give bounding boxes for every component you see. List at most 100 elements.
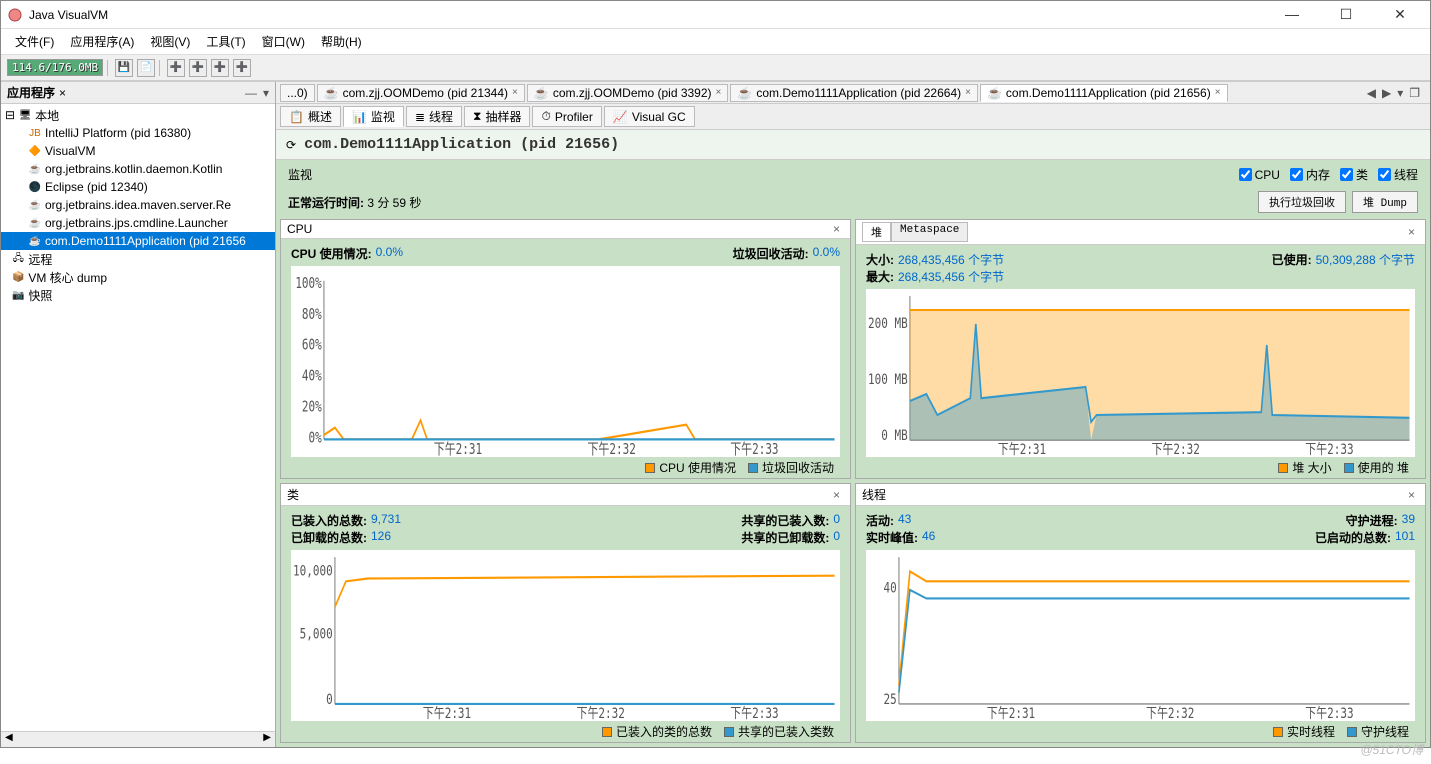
tool-page-icon[interactable]: 📄: [137, 59, 155, 77]
menu-view[interactable]: 视图(V): [144, 31, 196, 52]
check-classes[interactable]: 类: [1340, 166, 1368, 183]
heap-tab-heap[interactable]: 堆: [862, 222, 891, 242]
menubar: 文件(F) 应用程序(A) 视图(V) 工具(T) 窗口(W) 帮助(H): [1, 29, 1430, 55]
java-icon: ☕: [534, 86, 549, 100]
close-button[interactable]: ✕: [1382, 6, 1418, 23]
tree-node-local[interactable]: ⊟🖥本地: [1, 106, 275, 124]
tool-add-dump-icon[interactable]: ➕: [211, 59, 229, 77]
svg-text:下午2:32: 下午2:32: [587, 442, 635, 457]
tree-node-jps[interactable]: ☕org.jetbrains.jps.cmdline.Launcher: [1, 214, 275, 232]
sampler-icon: ⧗: [473, 109, 481, 124]
dump-icon: 📦: [11, 270, 25, 284]
panel-close-icon[interactable]: ×: [1404, 488, 1419, 502]
cpu-chart: 100% 80% 60% 40% 20% 0%: [291, 266, 840, 457]
tree-node-remote[interactable]: 🖧远程: [1, 250, 275, 268]
svg-text:下午2:31: 下午2:31: [423, 705, 471, 721]
check-threads[interactable]: 线程: [1378, 166, 1418, 183]
svg-text:10,000: 10,000: [293, 562, 333, 579]
app-icon: [7, 7, 23, 23]
tree-node-eclipse[interactable]: 🌑Eclipse (pid 12340): [1, 178, 275, 196]
close-icon[interactable]: ×: [716, 87, 722, 98]
tool-save-icon[interactable]: 💾: [115, 59, 133, 77]
tree-node-maven[interactable]: ☕org.jetbrains.idea.maven.server.Re: [1, 196, 275, 214]
tab-next-icon[interactable]: ▶: [1382, 86, 1391, 100]
tree-node-intellij[interactable]: JBIntelliJ Platform (pid 16380): [1, 124, 275, 142]
uptime-label: 正常运行时间:: [288, 196, 364, 210]
svg-text:下午2:32: 下午2:32: [1151, 441, 1199, 457]
editor-tabs: ...0) ☕com.zjj.OOMDemo (pid 21344)× ☕com…: [276, 82, 1430, 104]
check-memory[interactable]: 内存: [1290, 166, 1330, 183]
threads-icon: ≣: [415, 110, 425, 124]
classes-chart: 0 5,000 10,000 下午2:31 下午2:32 下午2:3: [291, 550, 840, 721]
tool-add-remote-icon[interactable]: ➕: [167, 59, 185, 77]
tool-add-snapshot-icon[interactable]: ➕: [233, 59, 251, 77]
menu-applications[interactable]: 应用程序(A): [64, 31, 140, 52]
tab-max-icon[interactable]: ❐: [1409, 86, 1420, 100]
tool-add-jmx-icon[interactable]: ➕: [189, 59, 207, 77]
monitor-icon: 📊: [352, 110, 367, 124]
svg-text:0%: 0%: [309, 430, 322, 447]
close-icon[interactable]: ×: [965, 87, 971, 98]
subtab-profiler[interactable]: ⏱Profiler: [532, 106, 601, 127]
applications-tree[interactable]: ⊟🖥本地 JBIntelliJ Platform (pid 16380) 🔶Vi…: [1, 104, 275, 731]
tab-demo1111-22664[interactable]: ☕com.Demo1111Application (pid 22664)×: [730, 84, 978, 102]
memory-gauge[interactable]: 114.6/176.0MB: [7, 59, 103, 76]
svg-text:下午2:31: 下午2:31: [434, 442, 482, 457]
tab-prev-icon[interactable]: ◀: [1367, 86, 1376, 100]
svg-text:40%: 40%: [302, 368, 322, 385]
subtab-overview[interactable]: 📋概述: [280, 106, 341, 127]
sidebar-minimize-icon[interactable]: —: [245, 86, 257, 100]
check-cpu[interactable]: CPU: [1239, 168, 1280, 182]
menu-window[interactable]: 窗口(W): [256, 31, 311, 52]
java-icon: ☕: [28, 162, 42, 176]
minimize-button[interactable]: —: [1274, 6, 1310, 23]
close-icon[interactable]: ×: [512, 87, 518, 98]
tree-node-vmdump[interactable]: 📦VM 核心 dump: [1, 268, 275, 286]
menu-tools[interactable]: 工具(T): [200, 31, 251, 52]
panel-close-icon[interactable]: ×: [829, 488, 844, 502]
sidebar-dropdown-icon[interactable]: ▾: [263, 86, 269, 100]
panel-close-icon[interactable]: ×: [1404, 225, 1419, 239]
maximize-button[interactable]: ☐: [1328, 6, 1364, 23]
tree-node-visualvm[interactable]: 🔶VisualVM: [1, 142, 275, 160]
close-icon[interactable]: ×: [1215, 87, 1221, 98]
panel-close-icon[interactable]: ×: [829, 222, 844, 236]
toolbar: 114.6/176.0MB 💾 📄 ➕ ➕ ➕ ➕: [1, 55, 1430, 81]
tab-oomdemo-21344[interactable]: ☕com.zjj.OOMDemo (pid 21344)×: [317, 84, 525, 102]
heap-dump-button[interactable]: 堆 Dump: [1352, 191, 1418, 213]
app-header: ⟳ com.Demo1111Application (pid 21656): [276, 130, 1430, 160]
heap-panel: 堆 Metaspace × 大小:268,435,456 个字节 已使用:50,…: [855, 219, 1426, 479]
app-name: com.Demo1111Application (pid 21656): [304, 136, 619, 153]
svg-text:25: 25: [884, 690, 897, 707]
heap-tab-metaspace[interactable]: Metaspace: [891, 222, 968, 242]
snapshot-icon: 📷: [11, 288, 25, 302]
gc-button[interactable]: 执行垃圾回收: [1258, 191, 1346, 213]
sidebar-title: 应用程序: [7, 84, 55, 101]
tab-oomdemo-3392[interactable]: ☕com.zjj.OOMDemo (pid 3392)×: [527, 84, 729, 102]
titlebar: Java VisualVM — ☐ ✕: [1, 1, 1430, 29]
tab-list-icon[interactable]: ▾: [1397, 86, 1403, 100]
tab-truncated[interactable]: ...0): [280, 84, 315, 102]
subtab-threads[interactable]: ≣线程: [406, 106, 462, 127]
content-area: ...0) ☕com.zjj.OOMDemo (pid 21344)× ☕com…: [276, 82, 1430, 747]
computer-icon: 🖥: [18, 108, 32, 122]
refresh-icon[interactable]: ⟳: [286, 138, 296, 152]
tree-node-demo1111[interactable]: ☕com.Demo1111Application (pid 21656: [1, 232, 275, 250]
java-icon: ☕: [987, 86, 1002, 100]
cpu-panel: CPU× CPU 使用情况:0.0% 垃圾回收活动:0.0% 100%: [280, 219, 851, 479]
subtab-sampler[interactable]: ⧗抽样器: [464, 106, 530, 127]
menu-file[interactable]: 文件(F): [9, 31, 60, 52]
tab-demo1111-21656[interactable]: ☕com.Demo1111Application (pid 21656)×: [980, 84, 1228, 102]
svg-text:200 MB: 200 MB: [868, 315, 908, 332]
svg-text:100 MB: 100 MB: [868, 371, 908, 388]
svg-text:下午2:33: 下午2:33: [730, 705, 778, 721]
subtab-monitor[interactable]: 📊监视: [343, 106, 404, 127]
tree-node-kotlin[interactable]: ☕org.jetbrains.kotlin.daemon.Kotlin: [1, 160, 275, 178]
svg-text:下午2:31: 下午2:31: [998, 441, 1046, 457]
svg-text:下午2:32: 下午2:32: [1146, 705, 1194, 721]
tree-node-snapshot[interactable]: 📷快照: [1, 286, 275, 304]
remote-icon: 🖧: [11, 252, 25, 266]
subtab-visualgc[interactable]: 📈Visual GC: [604, 106, 695, 127]
menu-help[interactable]: 帮助(H): [315, 31, 368, 52]
java-icon: ☕: [28, 198, 42, 212]
